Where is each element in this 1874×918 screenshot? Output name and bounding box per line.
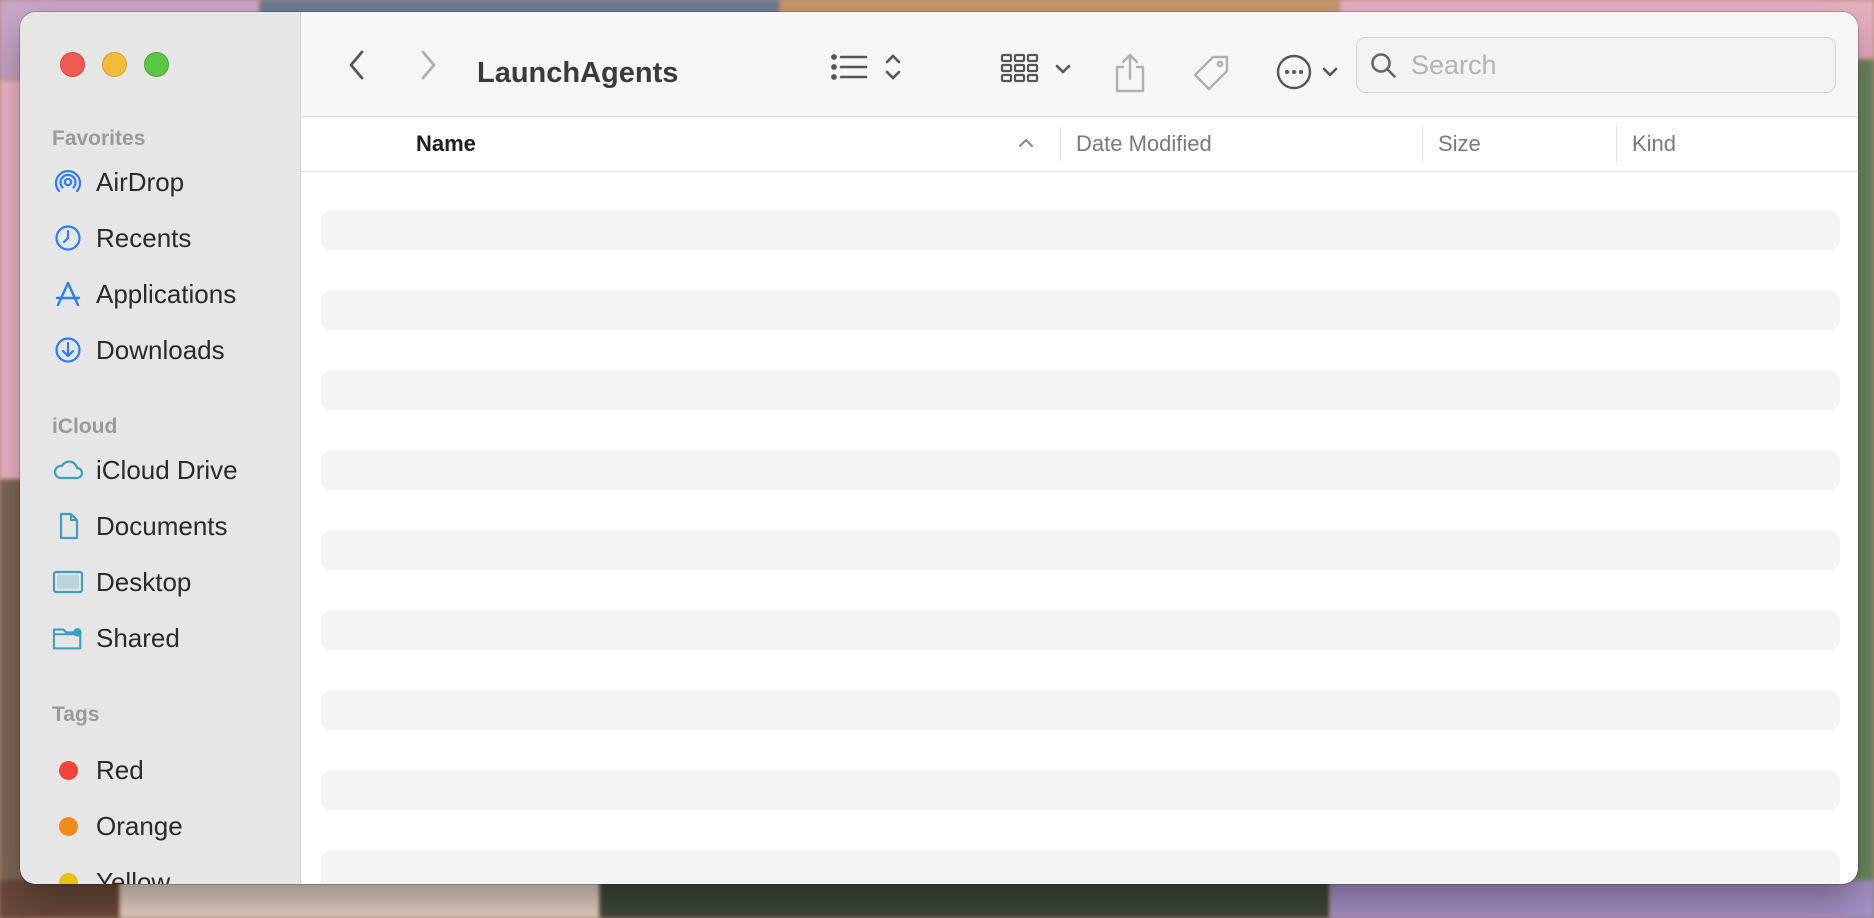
column-name[interactable]: Name	[416, 117, 1036, 171]
column-label: Date Modified	[1076, 131, 1212, 156]
column-divider	[1422, 127, 1423, 161]
sidebar-item-label: Desktop	[96, 566, 192, 597]
sidebar-item-label: iCloud Drive	[96, 454, 238, 485]
cloud-icon	[52, 454, 84, 486]
finder-window: Favorites AirDrop Recents Applications D…	[20, 12, 1858, 884]
placeholder-row	[321, 850, 1840, 884]
sidebar-item-recents[interactable]: Recents	[52, 216, 292, 260]
sidebar-item-tag-yellow[interactable]: Yellow	[52, 860, 292, 884]
column-label: Size	[1438, 131, 1481, 156]
shared-folder-icon	[52, 622, 84, 654]
placeholder-row	[321, 690, 1840, 730]
sidebar-heading-icloud: iCloud	[52, 415, 118, 438]
minimize-window-button[interactable]	[102, 52, 127, 77]
view-options-button[interactable]	[828, 52, 908, 82]
sort-ascending-icon	[1016, 133, 1036, 159]
sidebar-item-label: AirDrop	[96, 166, 185, 197]
tag-dot-icon	[52, 754, 84, 786]
column-header: Name Date Modified Size Kind	[301, 117, 1858, 172]
sidebar-item-desktop[interactable]: Desktop	[52, 560, 292, 604]
column-label: Name	[416, 131, 476, 156]
sidebar-heading-favorites: Favorites	[52, 127, 146, 150]
sidebar-item-tag-red[interactable]: Red	[52, 748, 292, 792]
placeholder-row	[321, 770, 1840, 810]
desktop-icon	[52, 566, 84, 598]
tag-icon	[1193, 55, 1229, 91]
download-icon	[52, 334, 84, 366]
list-view-icon	[831, 54, 901, 80]
sidebar-item-label: Shared	[96, 622, 180, 653]
sidebar-item-icloud-drive[interactable]: iCloud Drive	[52, 448, 292, 492]
sidebar-item-documents[interactable]: Documents	[52, 504, 292, 548]
clock-icon	[52, 222, 84, 254]
sidebar-item-label: Downloads	[96, 334, 225, 365]
document-icon	[52, 510, 84, 542]
airdrop-icon	[52, 166, 84, 198]
zoom-window-button[interactable]	[144, 52, 169, 77]
placeholder-row	[321, 530, 1840, 570]
sidebar: Favorites AirDrop Recents Applications D…	[20, 12, 301, 884]
sidebar-item-shared[interactable]: Shared	[52, 616, 292, 660]
column-date-modified[interactable]: Date Modified	[1076, 117, 1416, 171]
search-field[interactable]	[1356, 37, 1836, 93]
column-divider	[1060, 127, 1061, 161]
tag-dot-icon	[52, 810, 84, 842]
forward-icon	[421, 50, 436, 80]
search-input[interactable]	[1409, 48, 1813, 82]
placeholder-row	[321, 370, 1840, 410]
search-icon	[1369, 51, 1397, 79]
window-controls	[60, 52, 169, 77]
group-button[interactable]	[1000, 52, 1075, 84]
column-size[interactable]: Size	[1438, 117, 1608, 171]
sidebar-item-label: Recents	[96, 222, 192, 253]
sidebar-item-label: Red	[96, 754, 144, 785]
share-button[interactable]	[1110, 52, 1150, 94]
column-divider	[1616, 127, 1617, 161]
sidebar-heading-tags: Tags	[52, 703, 100, 726]
back-button[interactable]	[337, 45, 377, 85]
share-icon	[1115, 53, 1145, 93]
action-menu-button[interactable]	[1274, 52, 1340, 92]
back-icon	[349, 50, 364, 80]
sidebar-item-label: Applications	[96, 278, 237, 309]
sidebar-item-label: Yellow	[96, 866, 171, 885]
sidebar-item-label: Documents	[96, 510, 228, 541]
column-label: Kind	[1632, 131, 1677, 156]
sidebar-item-downloads[interactable]: Downloads	[52, 328, 292, 372]
sidebar-item-label: Orange	[96, 810, 183, 841]
sidebar-item-applications[interactable]: Applications	[52, 272, 292, 316]
forward-button[interactable]	[408, 45, 448, 85]
applications-icon	[52, 278, 84, 310]
sidebar-item-airdrop[interactable]: AirDrop	[52, 160, 292, 204]
placeholder-row	[321, 210, 1840, 250]
more-icon	[1276, 54, 1338, 90]
sidebar-item-tag-orange[interactable]: Orange	[52, 804, 292, 848]
window-title: LaunchAgents	[477, 57, 679, 89]
placeholder-row	[321, 610, 1840, 650]
placeholder-row	[321, 290, 1840, 330]
column-kind[interactable]: Kind	[1632, 117, 1852, 171]
tag-dot-icon	[52, 866, 84, 884]
tag-button[interactable]	[1190, 52, 1232, 94]
grid-view-icon	[1000, 53, 1071, 83]
placeholder-row	[321, 450, 1840, 490]
close-window-button[interactable]	[60, 52, 85, 77]
